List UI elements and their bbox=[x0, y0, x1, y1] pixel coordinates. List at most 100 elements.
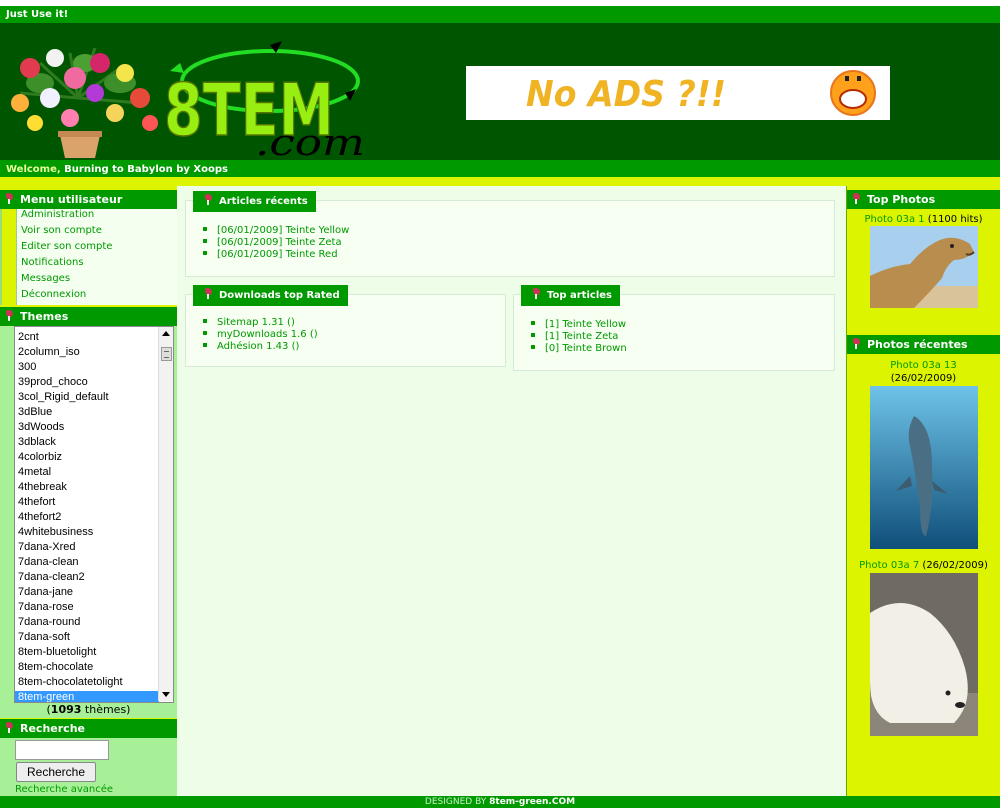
menu-item-logout[interactable]: Déconnexion bbox=[16, 289, 177, 305]
polar-bear-photo[interactable] bbox=[869, 573, 978, 736]
theme-option[interactable]: 3dblack bbox=[15, 436, 159, 451]
recent-articles-panel: Articles récents [06/01/2009] Teinte Yel… bbox=[185, 191, 835, 277]
theme-count-number: 1093 bbox=[50, 703, 82, 716]
theme-list-scrollbar[interactable] bbox=[158, 327, 173, 701]
search-input[interactable] bbox=[15, 740, 109, 760]
list-item[interactable]: myDownloads 1.6 () bbox=[203, 329, 318, 341]
theme-option[interactable]: 2cnt bbox=[15, 331, 159, 346]
advanced-search-link[interactable]: Recherche avancée bbox=[15, 784, 113, 795]
list-item[interactable]: [1] Teinte Zeta bbox=[531, 331, 627, 343]
scroll-thumb[interactable] bbox=[161, 347, 172, 361]
menu-item-notifications[interactable]: Notifications bbox=[16, 257, 177, 273]
menu-item-administration[interactable]: Administration bbox=[16, 209, 177, 225]
left-sidebar: Menu utilisateur Administration Voir son… bbox=[0, 186, 177, 797]
flower-bullet-icon bbox=[4, 310, 14, 321]
theme-option[interactable]: 4thefort bbox=[15, 496, 159, 511]
photo-caption: Photo 03a 1 (1100 hits) bbox=[864, 214, 983, 225]
footer-brand: 8tem-green.COM bbox=[489, 797, 576, 807]
downloads-tab: Downloads top Rated bbox=[193, 285, 348, 306]
logo-sub-text: .com bbox=[255, 123, 365, 160]
photo-link[interactable]: Photo 03a 13 bbox=[890, 360, 956, 371]
search-block: Recherche Recherche avancée bbox=[0, 738, 177, 797]
theme-option[interactable]: 8tem-chocolatetolight bbox=[15, 676, 159, 691]
photo-caption: Photo 03a 13 (26/02/2009) bbox=[890, 360, 957, 384]
theme-option[interactable]: 7dana-round bbox=[15, 616, 159, 631]
themes-header: Themes bbox=[0, 307, 177, 326]
theme-option[interactable]: 300 bbox=[15, 361, 159, 376]
photo-link[interactable]: Photo 03a 7 bbox=[859, 560, 919, 571]
theme-option[interactable]: 2column_iso bbox=[15, 346, 159, 361]
list-item[interactable]: [06/01/2009] Teinte Yellow bbox=[203, 225, 349, 237]
top-articles-panel: Top articles [1] Teinte Yellow [1] Teint… bbox=[513, 285, 835, 371]
theme-option[interactable]: 8tem-bluetolight bbox=[15, 646, 159, 661]
flower-bullet-icon bbox=[851, 193, 861, 204]
theme-option[interactable]: 7dana-clean bbox=[15, 556, 159, 571]
theme-option[interactable]: 7dana-rose bbox=[15, 601, 159, 616]
photo-link[interactable]: Photo 03a 1 bbox=[865, 214, 925, 225]
flower-bullet-icon bbox=[4, 193, 14, 204]
theme-option[interactable]: 4metal bbox=[15, 466, 159, 481]
theme-option[interactable]: 4whitebusiness bbox=[15, 526, 159, 541]
top-photos-header: Top Photos bbox=[847, 190, 1000, 209]
dolphin-photo[interactable] bbox=[869, 386, 978, 549]
theme-option[interactable]: 4colorbiz bbox=[15, 451, 159, 466]
recent-articles-tab: Articles récents bbox=[193, 191, 316, 212]
tagline: Just Use it! bbox=[6, 9, 69, 20]
top-articles-tab: Top articles bbox=[521, 285, 620, 306]
list-item[interactable]: [0] Teinte Brown bbox=[531, 343, 627, 355]
footer: DESIGNED BY 8tem-green.COM bbox=[0, 796, 1000, 808]
list-item[interactable]: [06/01/2009] Teinte Red bbox=[203, 249, 349, 261]
user-menu-title: Menu utilisateur bbox=[20, 193, 123, 206]
menu-item-messages[interactable]: Messages bbox=[16, 273, 177, 289]
search-header: Recherche bbox=[0, 719, 177, 738]
welcome-text: Burning to Babylon by Xoops bbox=[60, 164, 228, 175]
8tem-logo: 8TEM .com bbox=[163, 41, 365, 160]
theme-option[interactable]: 3dWoods bbox=[15, 421, 159, 436]
right-sidebar: Top Photos Photo 03a 1 (1100 hits) Photo… bbox=[846, 186, 1000, 796]
header: 8TEM .com No ADS ?!! bbox=[0, 23, 1000, 160]
theme-select-list[interactable]: 1col 2cnt 2column_iso 300 39prod_choco 3… bbox=[14, 326, 174, 703]
menu-item-edit-account[interactable]: Editer son compte bbox=[16, 241, 177, 257]
list-item[interactable]: Sitemap 1.31 () bbox=[203, 317, 318, 329]
main-content: Articles récents [06/01/2009] Teinte Yel… bbox=[177, 186, 846, 796]
scroll-down-arrow-icon[interactable] bbox=[162, 692, 170, 697]
flower-bullet-icon bbox=[531, 288, 541, 299]
theme-option[interactable]: 4thefort2 bbox=[15, 511, 159, 526]
user-menu-header: Menu utilisateur bbox=[0, 190, 177, 209]
list-item[interactable]: [06/01/2009] Teinte Zeta bbox=[203, 237, 349, 249]
menu-item-view-account[interactable]: Voir son compte bbox=[16, 225, 177, 241]
recent-photos-block: Photo 03a 13 (26/02/2009) Photo 03a 7 (2… bbox=[847, 354, 1000, 736]
top-articles-list: [1] Teinte Yellow [1] Teinte Zeta [0] Te… bbox=[531, 319, 627, 355]
theme-option[interactable]: 3dBlue bbox=[15, 406, 159, 421]
search-title: Recherche bbox=[20, 722, 85, 735]
flower-bullet-icon bbox=[203, 288, 213, 299]
theme-option[interactable]: 39prod_choco bbox=[15, 376, 159, 391]
themes-block: 1col 2cnt 2column_iso 300 39prod_choco 3… bbox=[0, 326, 177, 718]
theme-option[interactable]: 7dana-jane bbox=[15, 586, 159, 601]
no-ads-banner[interactable]: No ADS ?!! bbox=[466, 66, 890, 120]
theme-option[interactable]: 7dana-clean2 bbox=[15, 571, 159, 586]
theme-option[interactable]: 4thebreak bbox=[15, 481, 159, 496]
downloads-list: Sitemap 1.31 () myDownloads 1.6 () Adhés… bbox=[203, 317, 318, 353]
theme-option[interactable]: 3col_Rigid_default bbox=[15, 391, 159, 406]
page: Just Use it! 8TEM .com No ADS ?!! Welcom… bbox=[0, 0, 1000, 808]
flower-bouquet-image bbox=[0, 23, 165, 160]
theme-option[interactable]: 7dana-Xred bbox=[15, 541, 159, 556]
theme-option-selected[interactable]: 8tem-green bbox=[15, 691, 159, 702]
welcome-bar: Welcome, Burning to Babylon by Xoops bbox=[0, 160, 1000, 177]
user-menu: Administration Voir son compte Editer so… bbox=[0, 209, 177, 305]
camel-photo[interactable] bbox=[869, 226, 978, 308]
scroll-up-arrow-icon[interactable] bbox=[162, 331, 170, 336]
themes-title: Themes bbox=[20, 310, 69, 323]
banner-text: No ADS ?!! bbox=[526, 74, 726, 115]
search-button[interactable]: Recherche bbox=[16, 762, 96, 782]
list-item[interactable]: [1] Teinte Yellow bbox=[531, 319, 627, 331]
photo-caption: Photo 03a 7 (26/02/2009) bbox=[859, 560, 988, 571]
recent-articles-list: [06/01/2009] Teinte Yellow [06/01/2009] … bbox=[203, 225, 349, 261]
flower-bullet-icon bbox=[4, 722, 14, 733]
recent-photos-header: Photos récentes bbox=[847, 335, 1000, 354]
theme-option[interactable]: 8tem-chocolate bbox=[15, 661, 159, 676]
welcome-prefix: Welcome, bbox=[6, 164, 61, 175]
list-item[interactable]: Adhésion 1.43 () bbox=[203, 341, 318, 353]
theme-option[interactable]: 7dana-soft bbox=[15, 631, 159, 646]
